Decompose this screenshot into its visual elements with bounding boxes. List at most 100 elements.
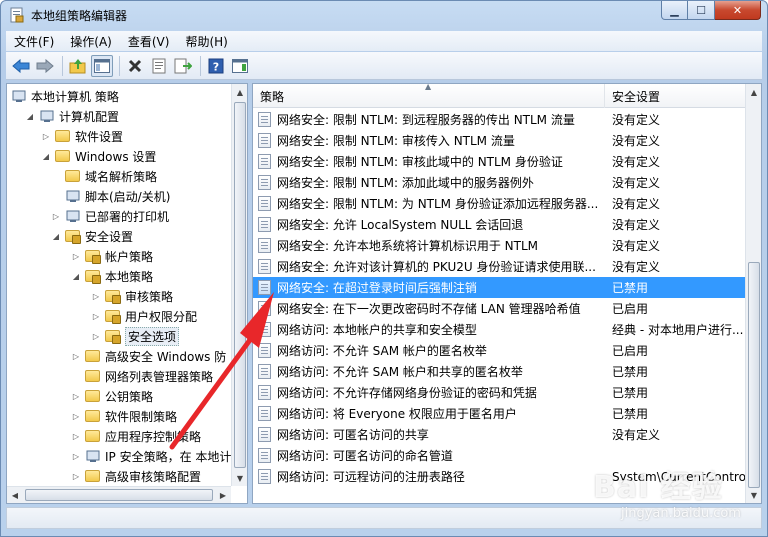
policy-row[interactable]: 网络安全: 允许本地系统将计算机标识用于 NTLM 没有定义	[253, 235, 746, 256]
column-header-policy[interactable]: ▲ 策略	[253, 84, 605, 108]
watermark-url: jingyan.baidu.com	[621, 506, 741, 521]
console-tree-pane: 本地计算机 策略 ◢ 计算机配置 ▷ 软件设置 ◢ Windows 设置 域名解析策略 脚本(启…	[6, 83, 248, 504]
policy-row[interactable]: 网络安全: 限制 NTLM: 到远程服务器的传出 NTLM 流量 没有定义	[253, 109, 746, 130]
computer-policy-icon	[11, 88, 27, 104]
svg-text:?: ?	[213, 60, 219, 73]
policy-row[interactable]: 网络访问: 不允许 SAM 帐户的匿名枚举 已启用	[253, 340, 746, 361]
policy-row[interactable]: 网络访问: 不允许存储网络身份验证的密码和凭据 已禁用	[253, 382, 746, 403]
scroll-down-icon[interactable]: ▼	[232, 470, 247, 486]
close-button[interactable]: ✕	[715, 1, 761, 20]
properties-button[interactable]	[148, 55, 170, 77]
policy-name: 网络安全: 限制 NTLM: 审核传入 NTLM 流量	[277, 134, 515, 148]
tree-item[interactable]: ▷ 软件设置	[41, 126, 123, 146]
policy-row[interactable]: 网络安全: 在超过登录时间后强制注销 已禁用	[253, 277, 746, 298]
list-vertical-scrollbar[interactable]: ▲ ▼	[745, 84, 761, 503]
expand-triangle-icon[interactable]: ▷	[71, 251, 81, 261]
collapse-triangle-icon[interactable]: ◢	[41, 151, 51, 161]
expand-triangle-icon[interactable]: ▷	[71, 431, 81, 441]
folder-icon	[85, 348, 101, 364]
expand-triangle-icon[interactable]: ▷	[71, 351, 81, 361]
scroll-right-icon[interactable]: ▶	[215, 487, 231, 503]
tree-hscroll-thumb[interactable]	[25, 489, 213, 501]
forward-button[interactable]	[34, 55, 56, 77]
tree-item[interactable]: ▷ IP 安全策略，在 本地计	[71, 446, 231, 466]
export-list-button[interactable]	[172, 55, 194, 77]
tree-item-label: 高级安全 Windows 防	[105, 349, 227, 364]
tree-item[interactable]: 脚本(启动/关机)	[51, 186, 170, 206]
tree-item[interactable]: ▷ 已部署的打印机	[51, 206, 169, 226]
column-header-setting[interactable]: 安全设置	[605, 84, 746, 108]
tree-item[interactable]: ▷ 安全选项	[91, 326, 180, 346]
security-setting-value: 没有定义	[612, 428, 661, 442]
back-button[interactable]	[10, 55, 32, 77]
tree-item[interactable]: ▷ 审核策略	[91, 286, 173, 306]
policy-row[interactable]: 网络访问: 可匿名访问的共享 没有定义	[253, 424, 746, 445]
tree-item[interactable]: ▷ 应用程序控制策略	[71, 426, 201, 446]
tree-item[interactable]: ◢ 计算机配置	[25, 106, 119, 126]
policy-row[interactable]: 网络安全: 限制 NTLM: 审核此域中的 NTLM 身份验证 没有定义	[253, 151, 746, 172]
expand-triangle-icon[interactable]: ▷	[71, 471, 81, 481]
tree-item[interactable]: ◢ 安全设置	[51, 226, 133, 246]
collapse-triangle-icon[interactable]: ◢	[51, 231, 61, 241]
expand-triangle-icon[interactable]: ▷	[71, 451, 81, 461]
menu-view[interactable]: 查看(V)	[120, 33, 178, 50]
up-one-level-button[interactable]	[67, 55, 89, 77]
expand-triangle-icon[interactable]: ▷	[91, 291, 101, 301]
expand-triangle-icon[interactable]: ▷	[91, 311, 101, 321]
policy-row[interactable]: 网络安全: 在下一次更改密码时不存储 LAN 管理器哈希值 已启用	[253, 298, 746, 319]
minimize-button[interactable]: ▁	[661, 1, 688, 20]
tree-item[interactable]: ◢ 本地策略	[71, 266, 153, 286]
tree-item[interactable]: ◢ Windows 设置	[41, 146, 156, 166]
tree-vscroll-thumb[interactable]	[234, 102, 246, 468]
policy-setting-icon	[258, 154, 271, 169]
policy-row[interactable]: 网络安全: 允许 LocalSystem NULL 会话回退 没有定义	[253, 214, 746, 235]
scroll-left-icon[interactable]: ◀	[7, 487, 23, 503]
security-folder-icon	[105, 288, 121, 304]
menu-action[interactable]: 操作(A)	[62, 33, 120, 50]
show-action-pane-button[interactable]	[229, 55, 251, 77]
expand-triangle-icon[interactable]: ▷	[41, 131, 51, 141]
title-bar[interactable]: 本地组策略编辑器 ▁ ☐ ✕	[1, 1, 767, 29]
policy-row[interactable]: 网络安全: 限制 NTLM: 添加此域中的服务器例外 没有定义	[253, 172, 746, 193]
expand-triangle-icon[interactable]: ▷	[91, 331, 101, 341]
policy-row[interactable]: 网络安全: 限制 NTLM: 审核传入 NTLM 流量 没有定义	[253, 130, 746, 151]
policy-row[interactable]: 网络访问: 本地帐户的共享和安全模型 经典 - 对本地用户进行...	[253, 319, 746, 340]
tree-item[interactable]: ▷ 公钥策略	[71, 386, 153, 406]
tree-horizontal-scrollbar[interactable]: ◀ ▶	[7, 486, 231, 503]
policy-row[interactable]: 网络安全: 限制 NTLM: 为 NTLM 身份验证添加远程服务器... 没有定义	[253, 193, 746, 214]
scroll-up-icon[interactable]: ▲	[746, 84, 761, 100]
menu-help[interactable]: 帮助(H)	[177, 33, 235, 50]
collapse-triangle-icon[interactable]: ◢	[71, 271, 81, 281]
tree-item[interactable]: ▷ 高级审核策略配置	[71, 466, 201, 486]
tree-item[interactable]: ▷ 用户权限分配	[91, 306, 197, 326]
policy-cell: 网络访问: 可匿名访问的共享	[253, 426, 605, 443]
tree-item[interactable]: ▷ 高级安全 Windows 防	[71, 346, 226, 366]
menu-file[interactable]: 文件(F)	[6, 33, 62, 50]
details-pane: ▲ 策略 安全设置 网络安全: 限制 NTLM: 到远程服务器的传出 NTLM …	[252, 83, 762, 504]
help-button[interactable]: ?	[205, 55, 227, 77]
collapse-triangle-icon[interactable]: ◢	[25, 111, 35, 121]
maximize-button[interactable]: ☐	[688, 1, 715, 20]
policy-setting-icon	[258, 196, 271, 211]
list-vscroll-thumb[interactable]	[748, 262, 760, 488]
tree-vertical-scrollbar[interactable]: ▲ ▼	[231, 84, 247, 486]
policy-setting-icon	[258, 280, 271, 295]
policy-row[interactable]: 网络安全: 允许对该计算机的 PKU2U 身份验证请求使用联... 没有定义	[253, 256, 746, 277]
policy-name: 网络访问: 不允许 SAM 帐户和共享的匿名枚举	[277, 365, 523, 379]
menu-bar: 文件(F) 操作(A) 查看(V) 帮助(H)	[6, 31, 762, 51]
expand-triangle-icon[interactable]: ▷	[71, 391, 81, 401]
tree-item-label: 软件设置	[75, 129, 124, 144]
scroll-up-icon[interactable]: ▲	[232, 84, 247, 100]
tree-item[interactable]: 网络列表管理器策略	[71, 366, 213, 386]
show-hide-tree-button[interactable]	[91, 54, 113, 77]
expand-triangle-icon[interactable]: ▷	[51, 211, 61, 221]
tree-item[interactable]: ▷ 软件限制策略	[71, 406, 177, 426]
expand-triangle-icon[interactable]: ▷	[71, 411, 81, 421]
policy-row[interactable]: 网络访问: 将 Everyone 权限应用于匿名用户 已禁用	[253, 403, 746, 424]
tree-item[interactable]: 域名解析策略	[51, 166, 157, 186]
tree-item[interactable]: 本地计算机 策略	[11, 86, 119, 106]
policy-row[interactable]: 网络访问: 不允许 SAM 帐户和共享的匿名枚举 已禁用	[253, 361, 746, 382]
delete-button[interactable]	[124, 55, 146, 77]
tree-item[interactable]: ▷ 帐户策略	[71, 246, 153, 266]
